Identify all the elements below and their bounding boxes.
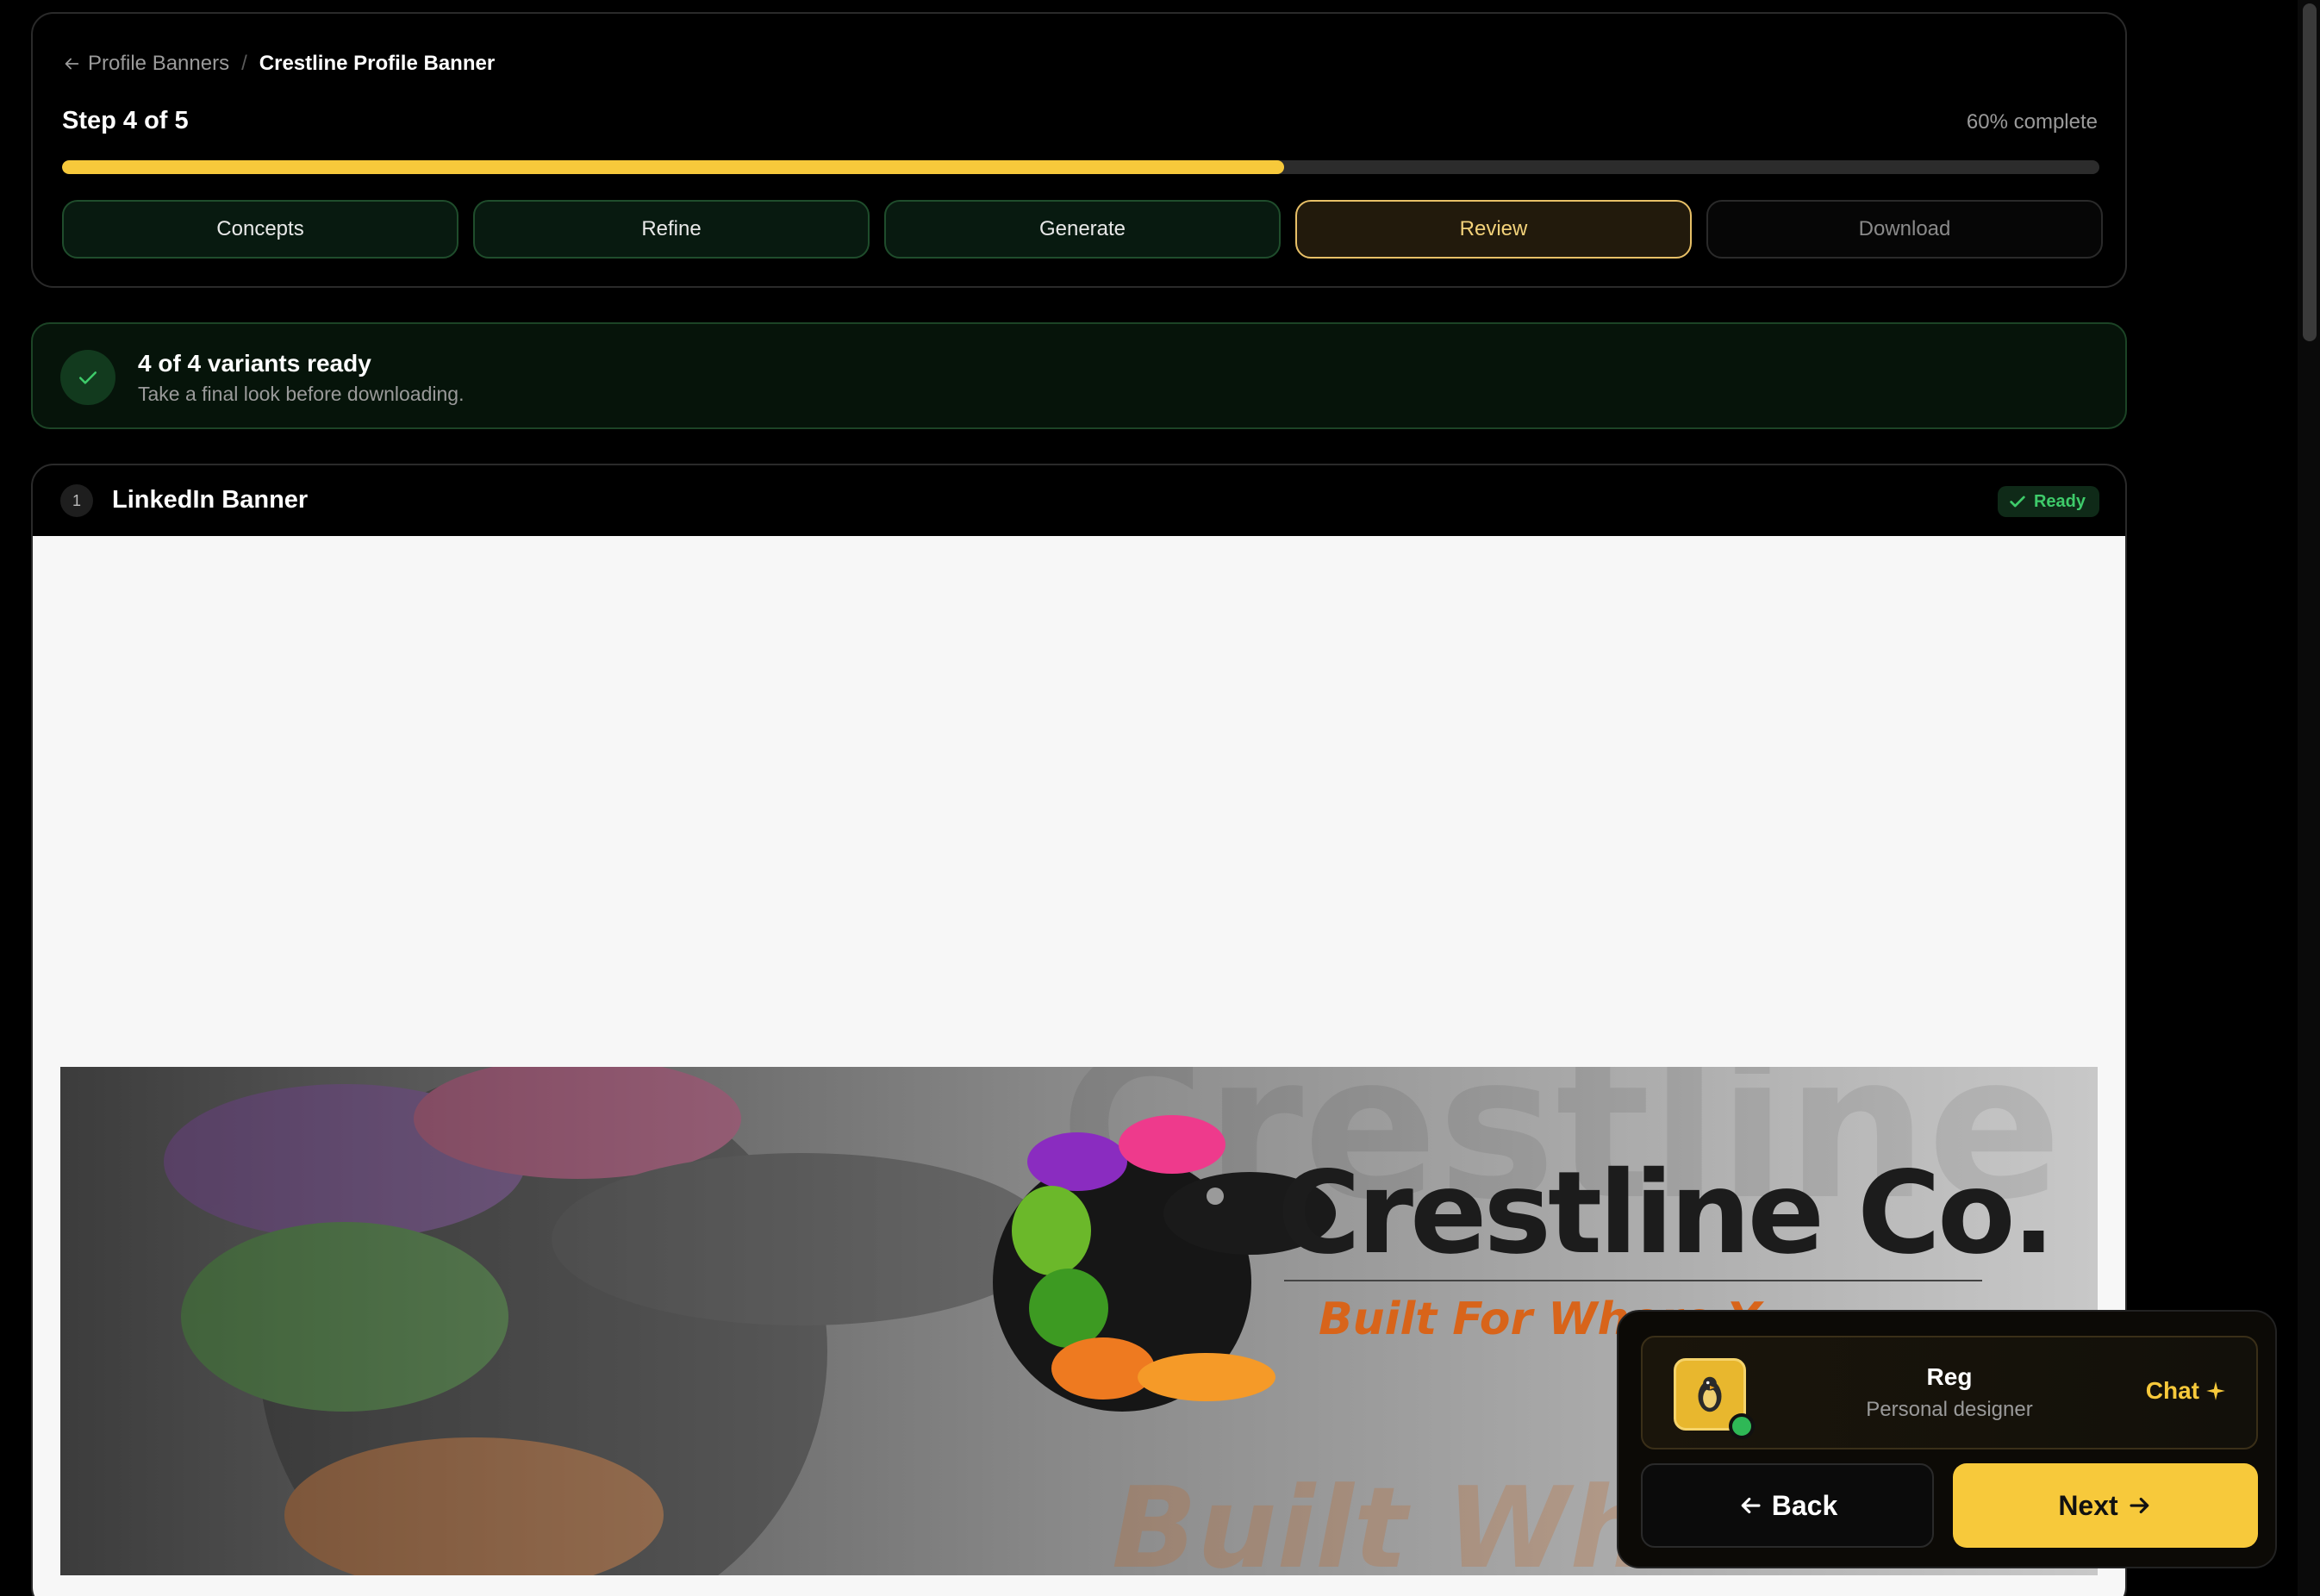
step-indicator: Step 4 of 5: [62, 107, 189, 134]
banner-brand: Crestline Co.: [1277, 1147, 2052, 1280]
back-button-label: Back: [1771, 1489, 1838, 1521]
assistant-panel: Reg Personal designer Chat Back Next: [1617, 1310, 2277, 1568]
arrow-left-icon: [65, 58, 79, 70]
step-tab-review[interactable]: Review: [1295, 200, 1692, 259]
breadcrumb-parent[interactable]: Profile Banners: [88, 52, 229, 76]
status-title: 4 of 4 variants ready: [138, 350, 371, 377]
step-tab-download[interactable]: Download: [1706, 200, 2103, 259]
ready-badge-label: Ready: [2033, 491, 2086, 511]
check-icon: [2010, 496, 2025, 508]
page-scrollbar[interactable]: [2298, 0, 2320, 1596]
scrollbar-thumb[interactable]: [2303, 3, 2317, 341]
step-tab-concepts[interactable]: Concepts: [62, 200, 458, 259]
progress-bar: [62, 160, 2099, 174]
variant-number: 1: [60, 484, 93, 517]
breadcrumb-current: Crestline Profile Banner: [259, 52, 496, 75]
variant-title: LinkedIn Banner: [112, 486, 309, 514]
breadcrumb: Profile Banners / Crestline Profile Bann…: [62, 52, 495, 76]
sparkle-icon: [2206, 1381, 2225, 1400]
breadcrumb-separator: /: [241, 52, 247, 75]
check-circle-icon: [60, 350, 115, 405]
arrow-right-icon: [2130, 1497, 2148, 1514]
step-tab-refine[interactable]: Refine: [473, 200, 870, 259]
progress-percent: 60% complete: [1966, 110, 2098, 134]
wizard-header-card: Profile Banners / Crestline Profile Bann…: [31, 12, 2127, 288]
back-button[interactable]: Back: [1641, 1463, 1934, 1548]
breadcrumb-back-link[interactable]: Profile Banners: [62, 52, 229, 76]
assistant-card[interactable]: Reg Personal designer Chat: [1641, 1336, 2258, 1449]
chat-button-label: Chat: [2145, 1377, 2199, 1404]
progress-bar-fill: [62, 160, 1285, 174]
status-subtitle: Take a final look before downloading.: [138, 383, 465, 405]
next-button-label: Next: [2058, 1489, 2118, 1521]
step-tab-generate[interactable]: Generate: [884, 200, 1281, 259]
variant-header: 1 LinkedIn Banner Ready: [33, 465, 2125, 536]
ready-status-card: 4 of 4 variants ready Take a final look …: [31, 322, 2127, 429]
step-tabs: Concepts Refine Generate Review Download: [62, 200, 2103, 259]
chat-button[interactable]: Chat: [2146, 1377, 2227, 1405]
next-button[interactable]: Next: [1953, 1463, 2258, 1548]
arrow-left-icon: [1741, 1497, 1761, 1514]
ready-badge: Ready: [1997, 486, 2099, 517]
